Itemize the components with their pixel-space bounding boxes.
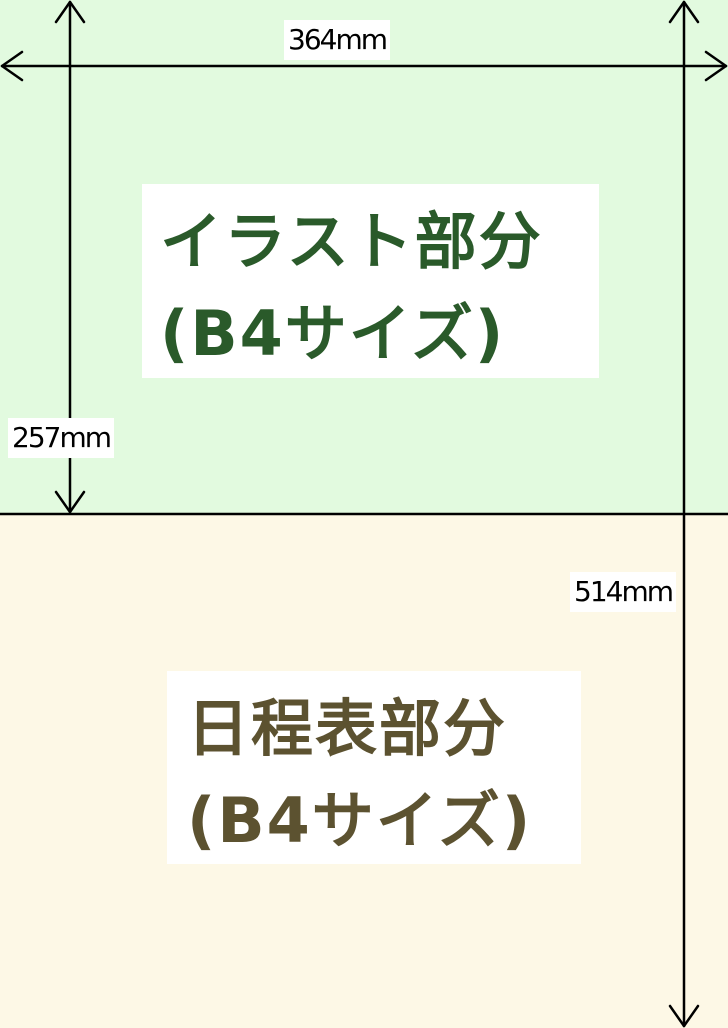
dimension-arrows [0, 0, 728, 1028]
b4-layout-diagram: イラスト部分 (B4サイズ) 日程表部分 (B4サイズ) 364mm 257mm… [0, 0, 728, 1028]
half-height-dimension-label: 257mm [8, 418, 114, 458]
width-dimension-label: 364mm [284, 20, 390, 60]
full-height-dimension-label: 514mm [570, 572, 676, 612]
